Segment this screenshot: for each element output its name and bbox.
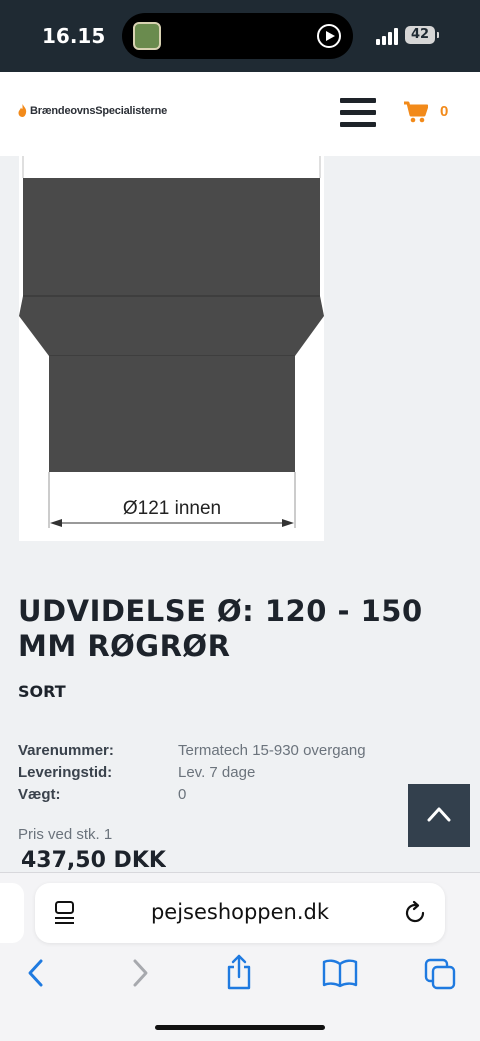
product-price: 437,50 DKK	[21, 848, 166, 870]
battery-indicator: 42	[405, 26, 439, 44]
share-icon[interactable]	[224, 953, 254, 991]
back-icon[interactable]	[24, 958, 48, 988]
spec-label: Varenummer:	[18, 742, 114, 759]
pipe-drawing: Ø121 innen	[19, 156, 324, 528]
flame-icon	[18, 104, 27, 117]
dynamic-island	[122, 13, 353, 59]
tabs-icon[interactable]	[424, 958, 456, 990]
signal-icon	[376, 27, 400, 45]
product-title: UDVIDELSE Ø: 120 - 150 MM RØGRØR	[18, 594, 423, 663]
site-logo[interactable]: BrændeovnsSpecialisterne	[18, 104, 167, 117]
chevron-up-icon	[427, 807, 451, 822]
product-variant: SORT	[18, 682, 66, 701]
spec-value: 0	[178, 786, 187, 803]
spec-label: Vægt:	[18, 786, 61, 803]
cart-icon[interactable]	[404, 101, 428, 123]
logo-text: BrændeovnsSpecialisterne	[30, 104, 168, 117]
site-header: BrændeovnsSpecialisterne 0	[0, 72, 480, 156]
spec-label: Leveringstid:	[18, 764, 113, 781]
play-icon	[317, 24, 341, 48]
spec-value: Termatech 15-930 overgang	[178, 742, 366, 759]
dimension-label: Ø121 innen	[123, 498, 221, 519]
spec-value: Lev. 7 dage	[178, 764, 256, 781]
status-bar: 16.15 42	[0, 0, 480, 72]
product-image[interactable]: Ø121 innen	[19, 156, 324, 541]
previous-tab-preview[interactable]	[0, 883, 24, 943]
forward-icon[interactable]	[128, 958, 152, 988]
bookmarks-icon[interactable]	[322, 958, 358, 988]
hamburger-menu-icon[interactable]	[340, 98, 376, 128]
url-text: pejseshoppen.dk	[150, 900, 330, 924]
address-bar[interactable]: pejseshoppen.dk	[35, 883, 445, 943]
reload-icon[interactable]	[403, 900, 427, 926]
cart-count: 0	[440, 103, 449, 120]
price-label: Pris ved stk. 1	[18, 826, 113, 843]
now-playing-thumbnail	[133, 22, 161, 50]
status-time: 16.15	[42, 24, 106, 48]
home-indicator	[155, 1025, 325, 1030]
scroll-to-top-button[interactable]	[408, 784, 470, 847]
browser-toolbar: pejseshoppen.dk	[0, 872, 480, 1041]
